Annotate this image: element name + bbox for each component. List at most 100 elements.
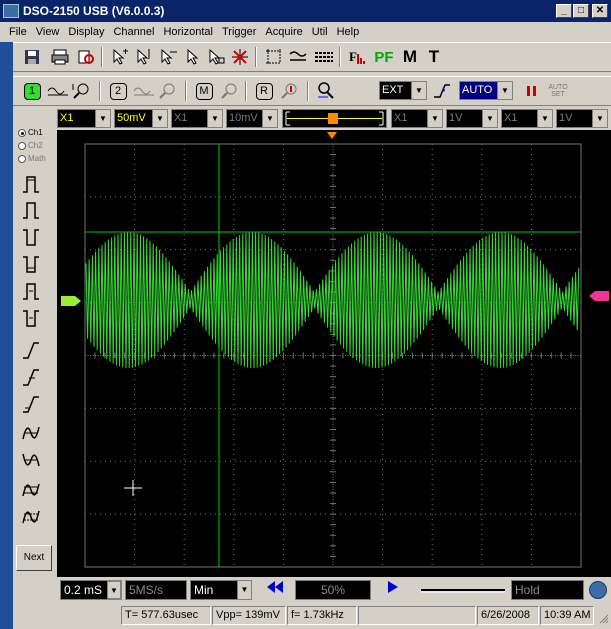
trigger-level-marker[interactable] [589, 291, 609, 301]
pass-fail-button[interactable]: PF [373, 46, 395, 68]
date-display: 6/26/2008 [477, 606, 539, 625]
minimize-button[interactable]: _ [556, 4, 572, 18]
menu-help[interactable]: Help [337, 26, 360, 38]
chevron-down-icon: ▼ [482, 110, 497, 127]
measure-button[interactable]: M [399, 46, 421, 68]
menu-horizontal[interactable]: Horizontal [163, 26, 213, 38]
close-button[interactable]: ✕ [592, 4, 608, 18]
cursor-cross-icon[interactable] [109, 46, 131, 68]
chevron-down-icon: ▼ [237, 581, 251, 599]
chevron-down-icon: ▼ [592, 110, 607, 127]
pulse-ge-icon[interactable] [20, 281, 42, 303]
radio-math[interactable]: Math [18, 154, 46, 163]
menu-view[interactable]: View [36, 26, 60, 38]
ch2-probe-select[interactable]: X1 ▼ [171, 109, 223, 128]
math-volts-select[interactable]: 1V ▼ [446, 109, 498, 128]
ch2-volts-select[interactable]: 10mV ▼ [226, 109, 278, 128]
math-probe-select[interactable]: X1 ▼ [391, 109, 443, 128]
maximize-button[interactable]: □ [573, 4, 589, 18]
line-style-icon[interactable] [313, 46, 335, 68]
print-preview-icon[interactable] [75, 46, 97, 68]
toolbar-separator [101, 47, 103, 67]
pulse-pos-icon[interactable] [20, 200, 42, 222]
cursor-vertical-icon[interactable] [133, 46, 155, 68]
ch2-button[interactable]: 2 [107, 80, 129, 102]
cursor-off-icon[interactable] [229, 46, 251, 68]
math-zoom-icon[interactable] [219, 80, 241, 102]
display-mode-icon[interactable] [287, 46, 309, 68]
video-even-icon[interactable] [20, 450, 42, 472]
next-button[interactable]: Next [16, 545, 52, 571]
edge-falling-icon[interactable] [20, 394, 42, 416]
edge-rising-slope-icon[interactable] [20, 367, 42, 389]
ch2-zoom-icon[interactable] [157, 80, 179, 102]
resize-grip-icon[interactable] [597, 612, 609, 624]
scroll-left-button[interactable] [257, 580, 293, 600]
menu-util[interactable]: Util [312, 26, 328, 38]
save-icon[interactable] [21, 46, 43, 68]
trigger-position-slider[interactable] [282, 109, 387, 128]
toolbar-separator [255, 47, 257, 67]
scope-display[interactable] [57, 130, 611, 577]
pulse-pos-width-icon[interactable] [20, 174, 42, 196]
channel-settings-bar: X1 ▼ 50mV ▼ X1 ▼ 10mV ▼ X1 ▼ 1V ▼ X1 ▼ 1… [13, 108, 611, 130]
cursor-track-icon[interactable] [205, 46, 227, 68]
video-all-icon[interactable] [20, 507, 42, 529]
trigger-position-thumb[interactable] [328, 113, 338, 124]
chevron-down-icon: ▼ [152, 110, 167, 127]
refresh-icon[interactable] [589, 581, 607, 599]
left-edge-strip [0, 42, 13, 629]
menu-display[interactable]: Display [68, 26, 104, 38]
svg-text:F: F [349, 49, 357, 64]
text-button[interactable]: T [423, 46, 445, 68]
trigger-source-select[interactable]: EXT ▼ [379, 81, 427, 100]
scroll-right-button[interactable] [375, 580, 411, 600]
video-line-icon[interactable] [20, 480, 42, 502]
run-state-value: Hold [515, 583, 540, 597]
trigger-position-marker[interactable] [327, 132, 337, 139]
print-icon[interactable] [49, 46, 71, 68]
horizontal-position-value: 50% [320, 583, 346, 597]
ref-button[interactable]: R [253, 80, 275, 102]
edge-rising-icon[interactable] [20, 340, 42, 362]
run-state-display: Hold [511, 580, 584, 600]
ch1-wave-icon[interactable] [47, 80, 69, 102]
ch1-level-marker[interactable] [61, 296, 81, 306]
ref-zoom-icon[interactable] [279, 80, 301, 102]
menu-channel[interactable]: Channel [113, 26, 154, 38]
trigger-mode-select[interactable]: AUTO ▼ [459, 81, 513, 100]
cursor-horizontal-icon[interactable] [157, 46, 179, 68]
trigger-edge-icon[interactable] [431, 80, 453, 102]
window-title: DSO-2150 USB (V6.0.0.3) [23, 4, 165, 18]
ch2-wave-icon[interactable] [133, 80, 155, 102]
menu-trigger[interactable]: Trigger [222, 26, 256, 38]
video-odd-icon[interactable] [20, 423, 42, 445]
radio-ch1[interactable]: Ch1 [18, 128, 43, 137]
autoset-button[interactable]: AUTO SET [547, 80, 569, 102]
run-stop-button[interactable] [521, 80, 543, 102]
ref-probe-select[interactable]: X1 ▼ [501, 109, 553, 128]
acquire-mode-select[interactable]: Min ▼ [190, 580, 252, 600]
pulse-width-neg-icon[interactable] [20, 254, 42, 276]
ch1-probe-select[interactable]: X1 ▼ [57, 109, 111, 128]
fft-icon[interactable]: F [347, 46, 369, 68]
main-toolbar: F PF M T [13, 42, 611, 72]
ch1-volts-select[interactable]: 50mV ▼ [114, 109, 168, 128]
math-button[interactable]: M [193, 80, 215, 102]
ref-probe-value: X1 [504, 112, 518, 124]
ch1-zoom-icon[interactable] [71, 80, 93, 102]
ref-volts-select[interactable]: 1V ▼ [556, 109, 608, 128]
radio-ch2[interactable]: Ch2 [18, 141, 43, 150]
menu-file[interactable]: File [9, 26, 27, 38]
ch1-button[interactable]: 1 [21, 80, 43, 102]
time-div-select[interactable]: 0.2 mS ▼ [60, 580, 122, 600]
menu-acquire[interactable]: Acquire [265, 26, 302, 38]
pointer-icon[interactable] [181, 46, 203, 68]
toolbar-separator [339, 47, 341, 67]
radio-ch1-label: Ch1 [28, 128, 43, 137]
pulse-le-icon[interactable] [20, 308, 42, 330]
measure-area-icon[interactable] [263, 46, 285, 68]
horizontal-position-slider[interactable] [419, 584, 507, 596]
search-icon[interactable] [315, 80, 337, 102]
pulse-neg-icon[interactable] [20, 227, 42, 249]
